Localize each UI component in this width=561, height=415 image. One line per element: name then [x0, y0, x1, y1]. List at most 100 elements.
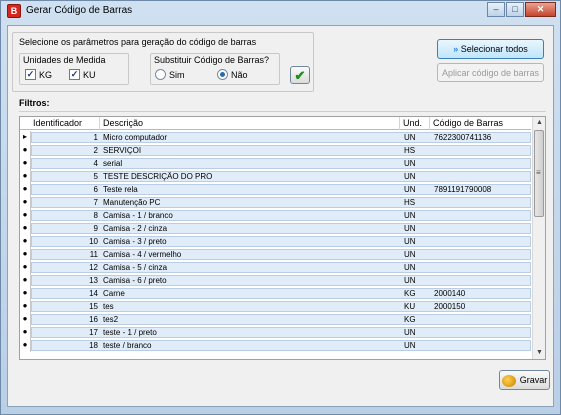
- row-indicator-dot-icon: ●: [20, 261, 31, 274]
- cell-codigo: [434, 237, 530, 248]
- table-row[interactable]: ● 7 Manutenção PC HS: [20, 196, 531, 209]
- scroll-down-arrow[interactable]: ▼: [533, 347, 545, 359]
- table-row[interactable]: ● 13 Camisa - 6 / preto UN: [20, 274, 531, 287]
- row-indicator-dot-icon: ●: [20, 248, 31, 261]
- select-all-label: Selecionar todos: [460, 44, 528, 54]
- maximize-button[interactable]: □: [506, 2, 524, 17]
- cell-und: KG: [404, 289, 416, 298]
- table-row[interactable]: ● 6 Teste rela UN 7891191790008: [20, 183, 531, 196]
- cell-descricao: teste - 1 / preto: [103, 328, 157, 337]
- cell-identificador: 10: [89, 237, 98, 246]
- row-cells: 4 serial UN: [31, 158, 531, 169]
- cell-descricao: Manutenção PC: [103, 198, 161, 207]
- row-indicator-dot-icon: ●: [20, 274, 31, 287]
- save-icon: [501, 374, 516, 387]
- kg-checkbox[interactable]: ✓: [25, 69, 36, 80]
- table-row[interactable]: ● 10 Camisa - 3 / preto UN: [20, 235, 531, 248]
- col-separator: [429, 117, 430, 130]
- cell-identificador: 14: [89, 289, 98, 298]
- cell-identificador: 4: [93, 159, 98, 168]
- table-row[interactable]: ● 8 Camisa - 1 / branco UN: [20, 209, 531, 222]
- row-indicator-dot-icon: ●: [20, 170, 31, 183]
- cell-descricao: serial: [103, 159, 123, 168]
- row-indicator-dot-icon: ●: [20, 157, 31, 170]
- cell-und: HS: [404, 198, 416, 207]
- cell-identificador: 16: [89, 315, 98, 324]
- products-grid[interactable]: Identificador Descrição Und. Código de B…: [19, 116, 546, 360]
- cell-identificador: 5: [93, 172, 98, 181]
- cell-codigo: [434, 263, 530, 274]
- row-cells: 11 Camisa - 4 / vermelho UN: [31, 249, 531, 260]
- radio-sim-label: Sim: [169, 70, 185, 80]
- cell-codigo: [434, 276, 530, 287]
- cell-und: UN: [404, 211, 416, 220]
- substituir-group: Substituir Código de Barras? Sim Não: [150, 53, 280, 85]
- cell-descricao: teste / branco: [103, 341, 152, 350]
- row-cells: 10 Camisa - 3 / preto UN: [31, 236, 531, 247]
- radio-nao-label: Não: [231, 70, 248, 80]
- row-cells: 9 Camisa - 2 / cinza UN: [31, 223, 531, 234]
- cell-codigo: [434, 250, 530, 261]
- table-row[interactable]: ● 11 Camisa - 4 / vermelho UN: [20, 248, 531, 261]
- table-row[interactable]: ▸ 1 Micro computador UN 7622300741136: [20, 131, 531, 144]
- radio-sim[interactable]: [155, 69, 166, 80]
- cell-identificador: 6: [93, 185, 98, 194]
- cell-codigo: [434, 341, 530, 352]
- col-codigo[interactable]: Código de Barras: [433, 118, 503, 128]
- apply-barcode-button[interactable]: Aplicar código de barras: [437, 63, 544, 82]
- row-indicator-dot-icon: ●: [20, 287, 31, 300]
- current-row-arrow-icon: ▸: [20, 131, 31, 144]
- cell-und: UN: [404, 276, 416, 285]
- cell-codigo: 2000140: [434, 289, 466, 298]
- row-cells: 6 Teste rela UN 7891191790008: [31, 184, 531, 195]
- cell-und: UN: [404, 250, 416, 259]
- table-row[interactable]: ● 5 TESTE DESCRIÇÃO DO PRO UN: [20, 170, 531, 183]
- radio-nao[interactable]: [217, 69, 228, 80]
- cell-codigo: [434, 224, 530, 235]
- save-button[interactable]: Gravar: [499, 370, 550, 390]
- cell-identificador: 17: [89, 328, 98, 337]
- col-und[interactable]: Und.: [403, 118, 422, 128]
- table-row[interactable]: ● 14 Carne KG 2000140: [20, 287, 531, 300]
- cell-und: UN: [404, 224, 416, 233]
- cell-identificador: 2: [93, 146, 98, 155]
- cell-und: UN: [404, 237, 416, 246]
- table-row[interactable]: ● 4 serial UN: [20, 157, 531, 170]
- title-bar[interactable]: B Gerar Código de Barras – □ ✕: [1, 1, 560, 21]
- col-separator: [399, 117, 400, 130]
- cell-codigo: [434, 315, 530, 326]
- minimize-button[interactable]: –: [487, 2, 505, 17]
- table-row[interactable]: ● 9 Camisa - 2 / cinza UN: [20, 222, 531, 235]
- row-cells: 7 Manutenção PC HS: [31, 197, 531, 208]
- table-row[interactable]: ● 12 Camisa - 5 / cinza UN: [20, 261, 531, 274]
- col-separator: [99, 117, 100, 130]
- select-all-button[interactable]: » Selecionar todos: [437, 39, 544, 59]
- app-icon: B: [7, 4, 21, 18]
- col-identificador[interactable]: Identificador: [33, 118, 82, 128]
- row-cells: 13 Camisa - 6 / preto UN: [31, 275, 531, 286]
- divider: [19, 111, 546, 112]
- kg-label: KG: [39, 70, 53, 80]
- confirm-button[interactable]: ✔: [290, 66, 310, 84]
- table-row[interactable]: ● 18 teste / branco UN: [20, 339, 531, 352]
- row-indicator-dot-icon: ●: [20, 209, 31, 222]
- table-row[interactable]: ● 16 tes2 KG: [20, 313, 531, 326]
- table-row[interactable]: ● 17 teste - 1 / preto UN: [20, 326, 531, 339]
- cell-und: KG: [404, 315, 416, 324]
- filters-label: Filtros:: [19, 98, 50, 108]
- row-indicator-dot-icon: ●: [20, 196, 31, 209]
- vertical-scrollbar[interactable]: ▲ ≡ ▼: [532, 117, 545, 359]
- close-button[interactable]: ✕: [525, 2, 556, 17]
- cell-descricao: Camisa - 6 / preto: [103, 276, 167, 285]
- ku-checkbox[interactable]: ✓: [69, 69, 80, 80]
- row-cells: 15 tes KU 2000150: [31, 301, 531, 312]
- col-descricao[interactable]: Descrição: [103, 118, 143, 128]
- scroll-up-arrow[interactable]: ▲: [533, 117, 545, 129]
- cell-und: UN: [404, 159, 416, 168]
- app-window: B Gerar Código de Barras – □ ✕ Selecione…: [0, 0, 561, 415]
- table-row[interactable]: ● 15 tes KU 2000150: [20, 300, 531, 313]
- cell-und: UN: [404, 263, 416, 272]
- row-cells: 18 teste / branco UN: [31, 340, 531, 351]
- row-indicator-dot-icon: ●: [20, 144, 31, 157]
- table-row[interactable]: ● 2 SERVIÇOI HS: [20, 144, 531, 157]
